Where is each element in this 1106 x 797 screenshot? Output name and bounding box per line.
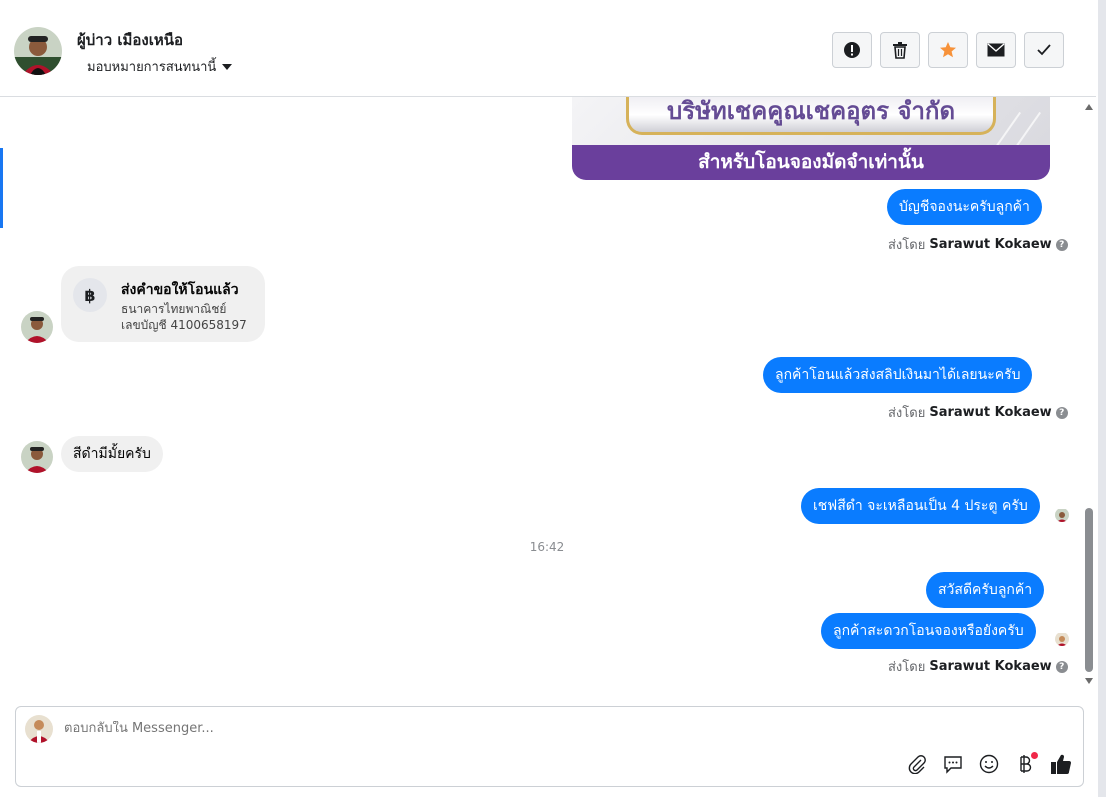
check-icon: [1037, 44, 1051, 56]
incoming-message[interactable]: สีดำมีมั้ยครับ: [61, 436, 163, 472]
baht-icon: [1020, 755, 1032, 773]
reply-composer: [15, 706, 1084, 787]
header-actions: [832, 32, 1064, 68]
message-scrollbar[interactable]: [1083, 100, 1095, 690]
assign-label: มอบหมายการสนทนานี้: [87, 60, 217, 75]
saved-replies-button[interactable]: [942, 753, 964, 775]
reply-input[interactable]: [64, 721, 964, 736]
trash-icon: [893, 42, 907, 59]
thumbs-up-icon: [1051, 754, 1071, 774]
seen-avatar: [1055, 508, 1069, 522]
spam-button[interactable]: [832, 32, 872, 68]
like-button[interactable]: [1050, 753, 1072, 775]
baht-icon: ฿: [73, 278, 107, 312]
sent-by-label: ส่งโดย Sarawut Kokaew ?: [888, 234, 1068, 255]
sent-by-prefix: ส่งโดย: [888, 406, 926, 421]
scroll-down-arrow-icon[interactable]: [1085, 678, 1093, 684]
message-timestamp: 16:42: [529, 540, 565, 554]
contact-message-avatar[interactable]: [21, 441, 53, 473]
conversation-header: ผู้บ่าว เมืองเหนือ มอบหมายการสนทนานี้: [0, 0, 1096, 97]
sent-by-prefix: ส่งโดย: [888, 660, 926, 675]
payment-card-account: เลขบัญชี 4100658197: [121, 318, 247, 332]
mark-unread-button[interactable]: [976, 32, 1016, 68]
outgoing-message[interactable]: ลูกค้าสะดวกโอนจองหรือยังครับ: [821, 613, 1036, 649]
emoji-button[interactable]: [978, 753, 1000, 775]
sender-name: Sarawut Kokaew: [929, 659, 1052, 674]
star-button[interactable]: [928, 32, 968, 68]
contact-message-avatar[interactable]: [21, 311, 53, 343]
sender-name: Sarawut Kokaew: [929, 237, 1052, 252]
banner-company-plate: บริษัทเชคคูณเชคอุตร จำกัด: [626, 97, 996, 135]
outgoing-message[interactable]: เชฟสีดำ จะเหลือนเป็น 4 ประตู ครับ: [801, 488, 1040, 524]
page-avatar: [25, 715, 53, 743]
outgoing-message[interactable]: บัญชีจองนะครับลูกค้า: [887, 189, 1042, 225]
banner-bottom-text: สำหรับโอนจองมัดจำเท่านั้น: [572, 145, 1050, 180]
notification-dot: [1031, 752, 1038, 759]
scroll-thumb[interactable]: [1085, 508, 1093, 672]
outgoing-message[interactable]: ลูกค้าโอนแล้วส่งสลิปเงินมาได้เลยนะครับ: [763, 357, 1033, 393]
caret-down-icon: [222, 64, 233, 70]
star-icon: [940, 42, 956, 58]
sender-name: Sarawut Kokaew: [929, 405, 1052, 420]
shared-image-banner[interactable]: บริษัทเชคคูณเชคอุตร จำกัด สำหรับโอนจองมั…: [572, 97, 1050, 180]
done-button[interactable]: [1024, 32, 1064, 68]
assign-conversation-dropdown[interactable]: มอบหมายการสนทนานี้: [87, 56, 233, 77]
payment-request-card[interactable]: ฿ ส่งคำขอให้โอนแล้ว ธนาคารไทยพาณิชย์ เลข…: [61, 266, 265, 342]
payment-card-title: ส่งคำขอให้โอนแล้ว: [121, 282, 239, 298]
outgoing-message[interactable]: สวัสดีครับลูกค้า: [926, 572, 1045, 608]
sent-by-label: ส่งโดย Sarawut Kokaew ?: [888, 656, 1068, 677]
attach-button[interactable]: [906, 753, 928, 775]
right-panel-edge: [1098, 0, 1106, 797]
chat-bubble-icon: [944, 756, 962, 774]
info-icon[interactable]: ?: [1055, 660, 1068, 673]
composer-toolbar: [906, 752, 1072, 775]
smiley-icon: [979, 754, 999, 774]
envelope-icon: [987, 43, 1005, 57]
paperclip-icon: [908, 755, 926, 774]
sent-by-prefix: ส่งโดย: [888, 238, 926, 253]
banner-top-text: บริษัทเชคคูณเชคอุตร จำกัด: [666, 97, 956, 125]
payment-request-button[interactable]: [1014, 752, 1038, 775]
scroll-up-arrow-icon[interactable]: [1085, 104, 1093, 110]
delete-button[interactable]: [880, 32, 920, 68]
info-icon[interactable]: ?: [1055, 406, 1068, 419]
exclamation-icon: [844, 42, 860, 58]
contact-name: ผู้บ่าว เมืองเหนือ: [77, 31, 184, 49]
seen-avatar: [1055, 632, 1069, 646]
contact-avatar[interactable]: [14, 27, 62, 75]
active-conversation-indicator: [0, 148, 3, 228]
sent-by-label: ส่งโดย Sarawut Kokaew ?: [888, 402, 1068, 423]
info-icon[interactable]: ?: [1055, 238, 1068, 251]
